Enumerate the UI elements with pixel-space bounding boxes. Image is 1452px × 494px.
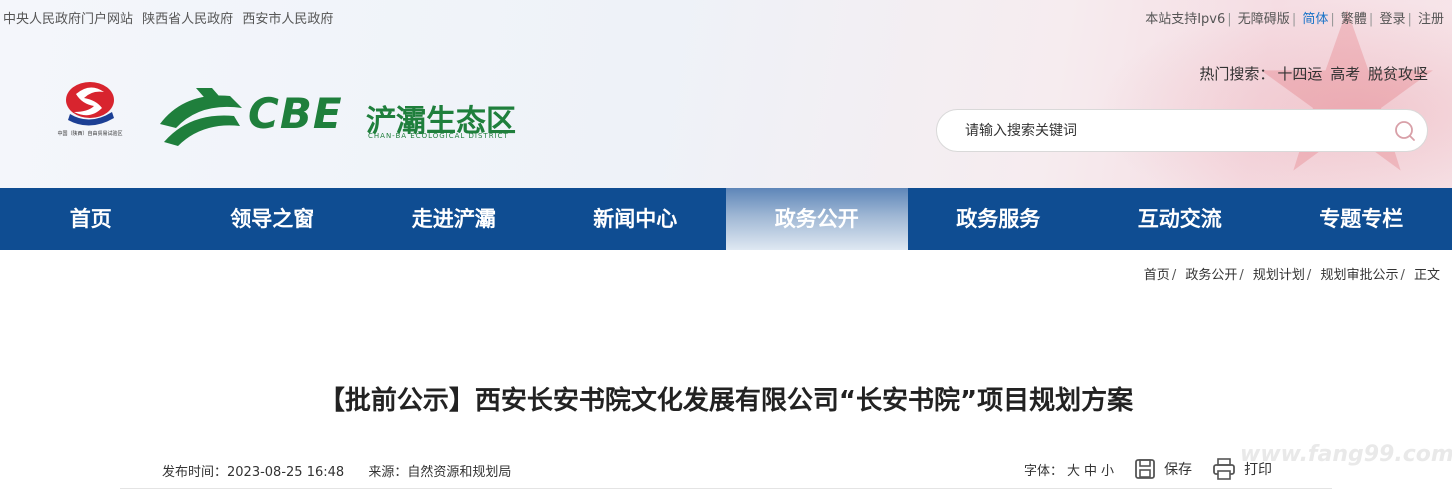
article-tools: 字体： 大 中 小 保存 打印 — [1024, 458, 1272, 480]
search-input[interactable] — [965, 120, 1365, 142]
article-title: 【批前公示】西安长安书院文化发展有限公司“长安书院”项目规划方案 — [318, 386, 1134, 416]
separator: | — [1291, 12, 1297, 27]
hot-search-label: 热门搜索： — [1199, 65, 1275, 83]
font-size-large[interactable]: 大 — [1067, 460, 1080, 479]
publish-label: 发布时间： — [162, 465, 228, 480]
breadcrumb-planning[interactable]: 规划计划 — [1253, 268, 1305, 283]
nav-item-gov-affairs[interactable]: 政务公开 — [726, 188, 908, 250]
save-icon — [1135, 459, 1155, 479]
nav-item-topics[interactable]: 专题专栏 — [1271, 188, 1452, 250]
link-traditional[interactable]: 繁體 — [1341, 12, 1367, 27]
top-right-links: 本站支持Ipv6 | 无障碍版 | 简体 | 繁體 | 登录 | 注册 — [1145, 8, 1444, 27]
breadcrumb-current: 正文 — [1413, 268, 1440, 283]
breadcrumb-gov-affairs[interactable]: 政务公开 — [1185, 268, 1237, 283]
cbe-logo-name-en: CHAN-BA ECOLOGICAL DISTRICT — [368, 132, 509, 140]
ftz-logo[interactable]: 中国（陕西）自由贸易试验区 — [42, 78, 138, 154]
link-shaanxi-gov[interactable]: 陕西省人民政府 — [142, 12, 233, 27]
hot-term[interactable]: 高考 — [1330, 65, 1360, 83]
source-value: 自然资源和规划局 — [407, 465, 512, 480]
font-size-small[interactable]: 小 — [1101, 460, 1114, 479]
link-accessible[interactable]: 无障碍版 — [1238, 12, 1290, 27]
link-login[interactable]: 登录 — [1379, 12, 1405, 27]
breadcrumb-home[interactable]: 首页 — [1144, 268, 1170, 283]
nav-item-about[interactable]: 走进浐灞 — [363, 188, 545, 250]
cbe-mark-icon — [160, 88, 242, 146]
nav-item-interaction[interactable]: 互动交流 — [1089, 188, 1271, 250]
font-size-medium[interactable]: 中 — [1084, 460, 1097, 479]
font-size-label: 字体： — [1024, 463, 1064, 479]
meta-divider — [120, 488, 1332, 489]
separator: | — [1368, 12, 1374, 27]
nav-item-gov-services[interactable]: 政务服务 — [908, 188, 1090, 250]
site-header: 中央人民政府门户网站 陕西省人民政府 西安市人民政府 本站支持Ipv6 | 无障碍… — [0, 0, 1452, 188]
hot-term[interactable]: 脱贫攻坚 — [1368, 65, 1428, 83]
link-xian-gov[interactable]: 西安市人民政府 — [242, 12, 333, 27]
save-button[interactable]: 保存 — [1134, 458, 1192, 480]
link-central-gov[interactable]: 中央人民政府门户网站 — [3, 12, 133, 27]
nav-item-home[interactable]: 首页 — [0, 188, 182, 250]
breadcrumb-separator: / — [1171, 268, 1177, 283]
hot-term[interactable]: 十四运 — [1277, 65, 1322, 83]
link-register[interactable]: 注册 — [1418, 12, 1444, 27]
ftz-emblem-icon — [66, 82, 114, 126]
save-label: 保存 — [1164, 462, 1193, 478]
breadcrumb: 首页 / 政务公开 / 规划计划 / 规划审批公示 / 正文 — [1144, 264, 1440, 283]
printer-icon — [1213, 458, 1235, 480]
hot-search: 热门搜索： 十四运 高考 脱贫攻坚 — [1196, 63, 1428, 84]
separator: | — [1330, 12, 1335, 27]
breadcrumb-separator: / — [1306, 268, 1312, 283]
article-meta: 发布时间：2023-08-25 16:48 来源：自然资源和规划局 — [162, 461, 511, 480]
search-icon[interactable] — [1393, 119, 1417, 143]
separator: | — [1227, 12, 1232, 27]
top-left-links: 中央人民政府门户网站 陕西省人民政府 西安市人民政府 — [3, 8, 338, 27]
link-ipv6[interactable]: 本站支持Ipv6 — [1145, 12, 1225, 27]
nav-item-leaders[interactable]: 领导之窗 — [182, 188, 364, 250]
source-label: 来源： — [368, 465, 408, 480]
breadcrumb-separator: / — [1400, 268, 1405, 283]
cbe-logo[interactable]: CBE 浐灞生态区 CHAN-BA ECOLOGICAL DISTRICT — [156, 84, 546, 150]
nav-item-news[interactable]: 新闻中心 — [545, 188, 727, 250]
link-simplified[interactable]: 简体 — [1302, 12, 1328, 27]
publish-time: 2023-08-25 16:48 — [227, 465, 345, 480]
breadcrumb-separator: / — [1239, 268, 1244, 283]
search-box — [936, 109, 1428, 152]
main-nav: 首页 领导之窗 走进浐灞 新闻中心 政务公开 政务服务 互动交流 专题专栏 — [0, 188, 1452, 250]
separator: | — [1407, 12, 1412, 27]
cbe-logo-mark: CBE — [248, 89, 343, 138]
watermark: www.fang99.com — [1240, 442, 1452, 467]
breadcrumb-approval[interactable]: 规划审批公示 — [1320, 268, 1398, 283]
ftz-logo-text: 中国（陕西）自由贸易试验区 — [57, 131, 123, 137]
